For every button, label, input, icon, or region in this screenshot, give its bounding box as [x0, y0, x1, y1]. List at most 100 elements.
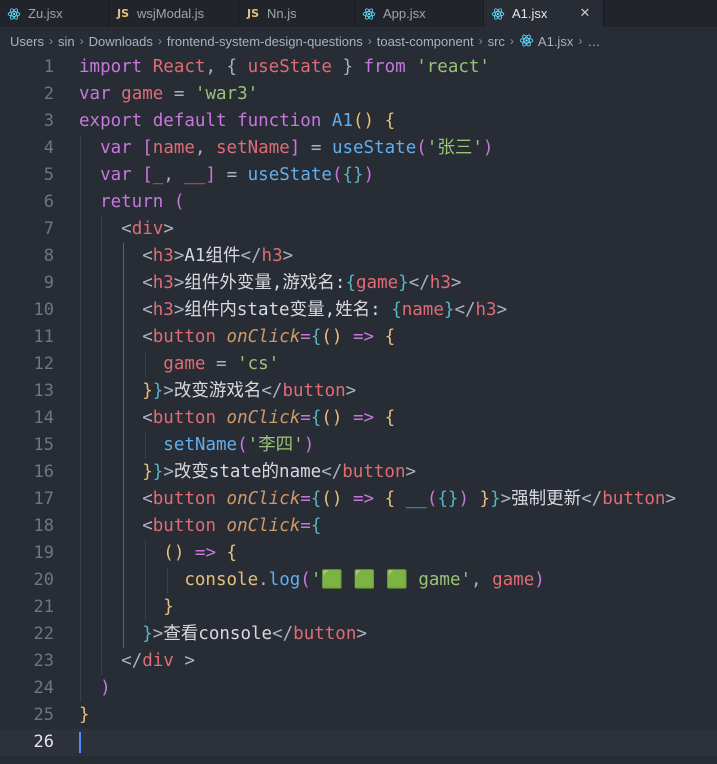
code-token: }: [152, 381, 164, 401]
code-token: h3: [261, 246, 283, 266]
code-token: '李四': [247, 435, 304, 455]
code-line[interactable]: 2 var game = 'war3': [0, 81, 717, 108]
code-line[interactable]: 3 export default function A1() {: [0, 108, 717, 135]
code-token: setName: [163, 435, 238, 455]
code-line[interactable]: 16 }}>改变state的name</button>: [0, 459, 717, 486]
code-token: button: [152, 516, 216, 536]
code-token: button: [293, 624, 357, 644]
code-token: button: [342, 462, 406, 482]
code-token: =: [300, 489, 311, 509]
code-line[interactable]: 22 }>查看console</button>: [0, 621, 717, 648]
code-token: </: [581, 489, 603, 509]
code-token: {}: [342, 165, 364, 185]
code-text: var [_, __] = useState({}): [79, 162, 374, 189]
indent-guide: [145, 432, 146, 459]
code-text: console.log('🟩 🟩 🟩 game', game): [79, 567, 544, 594]
code-token: }: [142, 381, 153, 401]
tab-app-jsx[interactable]: App.jsx: [355, 0, 484, 27]
breadcrumb-item[interactable]: toast-component: [377, 34, 474, 49]
breadcrumb-item[interactable]: A1.jsx: [538, 34, 573, 49]
code-token: 'cs': [237, 354, 280, 374]
code-text: <button onClick={() => {: [79, 405, 395, 432]
code-line[interactable]: 23 </div >: [0, 648, 717, 675]
code-line[interactable]: 5 var [_, __] = useState({}): [0, 162, 717, 189]
code-line[interactable]: 7 <div>: [0, 216, 717, 243]
code-line[interactable]: 24 ): [0, 675, 717, 702]
code-line[interactable]: 11 <button onClick={() => {: [0, 324, 717, 351]
code-line[interactable]: 25}: [0, 702, 717, 729]
code-line[interactable]: 20 console.log('🟩 🟩 🟩 game', game): [0, 567, 717, 594]
code-line[interactable]: 1 import React, { useState } from 'react': [0, 54, 717, 81]
code-token: }: [142, 624, 153, 644]
code-token: =: [300, 138, 332, 158]
code-line[interactable]: 12 game = 'cs': [0, 351, 717, 378]
code-line[interactable]: 4 var [name, setName] = useState('张三'): [0, 135, 717, 162]
code-line[interactable]: 13 }}>改变游戏名</button>: [0, 378, 717, 405]
code-line[interactable]: 9 <h3>组件外变量,游戏名:{game}</h3>: [0, 270, 717, 297]
code-token: game: [121, 84, 164, 104]
code-line[interactable]: 6 return (: [0, 189, 717, 216]
code-token: =>: [353, 327, 375, 347]
code-token: {: [310, 327, 322, 347]
close-icon[interactable]: ✕: [577, 5, 593, 21]
breadcrumb-item[interactable]: Users: [10, 34, 44, 49]
code-token: =: [216, 165, 248, 185]
breadcrumb-item[interactable]: Downloads: [89, 34, 153, 49]
code-token: =>: [353, 408, 375, 428]
line-number: 22: [33, 624, 54, 644]
tab-nn-js[interactable]: JS Nn.js: [239, 0, 355, 27]
code-line[interactable]: 15 setName('李四'): [0, 432, 717, 459]
code-line[interactable]: 18 <button onClick={: [0, 513, 717, 540]
code-token: onClick: [226, 489, 301, 509]
tab-zu-jsx[interactable]: Zu.jsx: [0, 0, 109, 27]
tab-label: Zu.jsx: [28, 6, 63, 21]
code-token: (: [331, 165, 343, 185]
code-editor[interactable]: 1 import React, { useState } from 'react'…: [0, 55, 717, 764]
code-line[interactable]: 8 <h3>A1组件</h3>: [0, 243, 717, 270]
code-line[interactable]: 17 <button onClick={() => { __({}) }}>强制…: [0, 486, 717, 513]
breadcrumb-item[interactable]: …: [587, 34, 600, 49]
code-text: <button onClick={: [79, 513, 321, 540]
code-token: [: [142, 138, 153, 158]
code-line[interactable]: 21 }: [0, 594, 717, 621]
code-token: log: [268, 570, 301, 590]
code-token: (): [353, 111, 375, 131]
code-token: , {: [205, 57, 248, 77]
code-line[interactable]: 10 <h3>组件内state变量,姓名: {name}</h3>: [0, 297, 717, 324]
js-icon: JS: [246, 7, 259, 20]
tab-a1-jsx[interactable]: A1.jsx ✕: [484, 0, 604, 27]
code-line[interactable]: 26: [0, 729, 717, 756]
code-text: }: [79, 702, 90, 729]
line-number: 12: [33, 354, 54, 374]
line-number: 8: [43, 246, 54, 266]
code-line[interactable]: 19 () => {: [0, 540, 717, 567]
chevron-right-icon: ›: [509, 34, 514, 48]
code-token: </: [408, 273, 430, 293]
code-token: =>: [353, 489, 375, 509]
code-token: >: [356, 624, 367, 644]
breadcrumb-item[interactable]: sin: [58, 34, 75, 49]
tab-wsjmodal-js[interactable]: JS wsjModal.js: [109, 0, 239, 27]
code-token: return: [100, 192, 164, 212]
code-text: </div >: [79, 648, 195, 675]
line-number: 1: [43, 57, 54, 77]
code-line[interactable]: 14 <button onClick={() => {: [0, 405, 717, 432]
code-token: useState: [247, 57, 332, 77]
breadcrumb-item[interactable]: src: [488, 34, 505, 49]
js-icon: JS: [116, 7, 129, 20]
breadcrumb-item[interactable]: frontend-system-design-questions: [167, 34, 363, 49]
code-token: __: [405, 489, 427, 509]
code-token: div: [142, 651, 174, 671]
